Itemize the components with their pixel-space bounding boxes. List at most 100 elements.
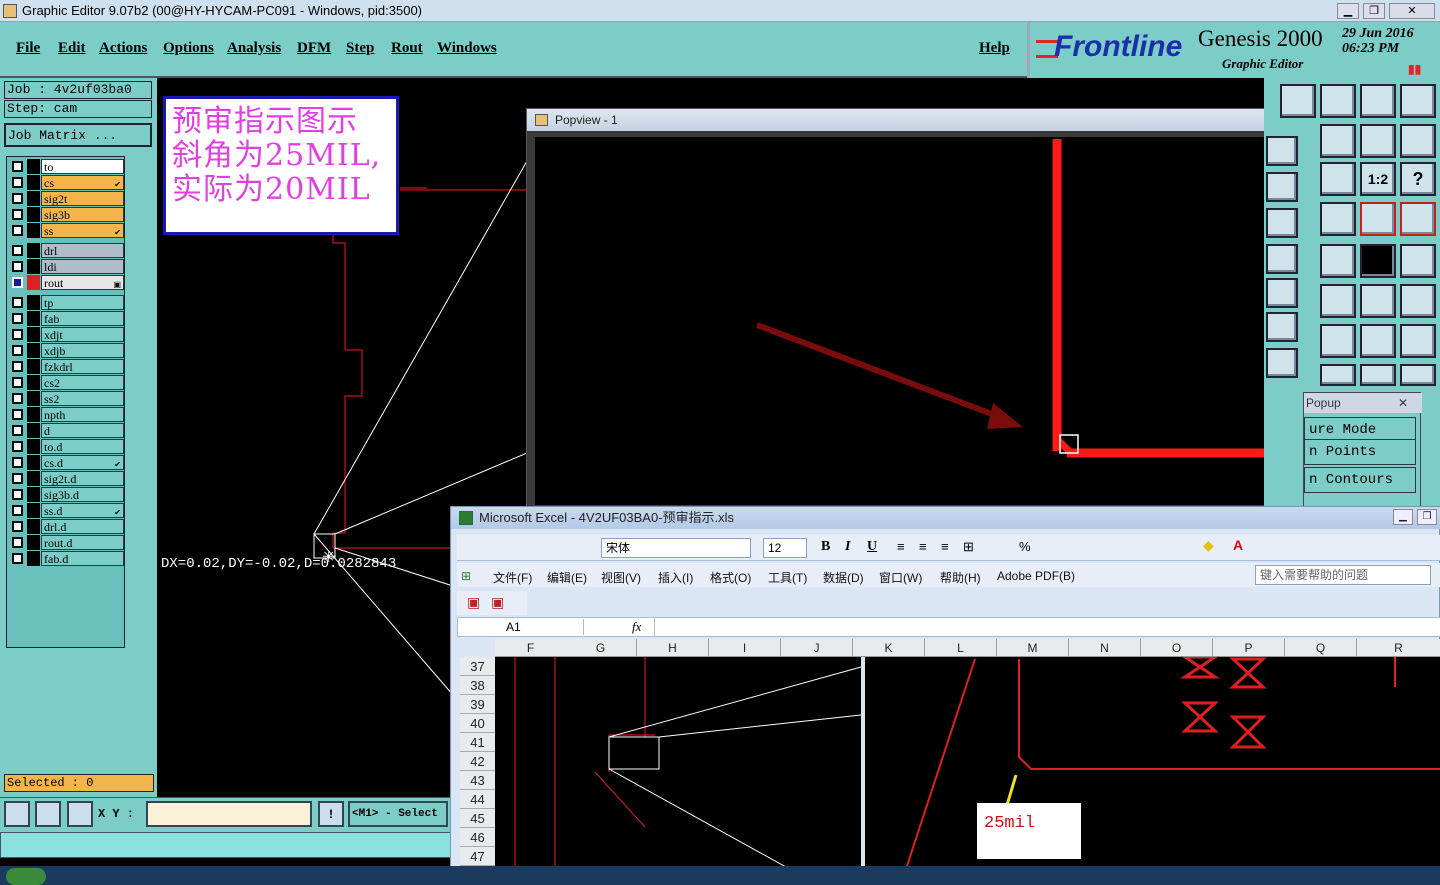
layer-checkbox[interactable] — [12, 193, 23, 204]
layer-checkbox[interactable] — [12, 537, 23, 548]
row-header[interactable]: 47 — [460, 847, 495, 866]
pdf-convert-icon[interactable]: ▣ — [467, 594, 480, 611]
layer-row-npth[interactable]: npth — [9, 407, 124, 422]
tool-connect2-icon[interactable] — [1400, 284, 1436, 318]
column-header[interactable]: F — [495, 639, 567, 657]
layer-checkbox[interactable] — [12, 277, 23, 288]
layer-row-fab-d[interactable]: fab.d — [9, 551, 124, 566]
bold-button[interactable]: B — [821, 539, 830, 555]
tool-scale-icon[interactable]: 1:2 — [1360, 162, 1396, 196]
layer-affect-toggle[interactable] — [27, 327, 40, 342]
tool-arc-icon[interactable] — [1360, 324, 1396, 358]
layer-affect-toggle[interactable] — [27, 455, 40, 470]
tool-connect-icon[interactable] — [1360, 284, 1396, 318]
row-header[interactable]: 45 — [460, 809, 495, 828]
layer-row-rout-d[interactable]: rout.d — [9, 535, 124, 550]
excel-menu-help[interactable]: 帮助(H) — [940, 569, 981, 586]
job-matrix-button[interactable]: Job Matrix ... — [4, 123, 152, 147]
layer-checkbox[interactable] — [12, 409, 23, 420]
layer-row-drl-d[interactable]: drl.d — [9, 519, 124, 534]
row-header[interactable]: 41 — [460, 733, 495, 752]
row-header[interactable]: 43 — [460, 771, 495, 790]
layer-checkbox[interactable] — [12, 209, 23, 220]
layer-row-sig3b-d[interactable]: sig3b.d — [9, 487, 124, 502]
popup-item-points[interactable]: n Points — [1304, 439, 1416, 465]
excel-menu-file[interactable]: 文件(F) — [493, 569, 532, 586]
layer-row-to-d[interactable]: to.d — [9, 439, 124, 454]
excel-menu-window[interactable]: 窗口(W) — [879, 569, 922, 586]
pv-zoom-in-icon[interactable] — [1266, 136, 1298, 166]
layer-row-cs[interactable]: cs ✔ — [9, 175, 124, 190]
layer-row-cs-d[interactable]: cs.d ✔ — [9, 455, 124, 470]
align-left-icon[interactable]: ≡ — [897, 539, 905, 554]
tool-line-icon[interactable] — [1320, 324, 1356, 358]
row-header[interactable]: 38 — [460, 676, 495, 695]
layer-checkbox[interactable] — [12, 553, 23, 564]
layer-affect-toggle[interactable] — [27, 391, 40, 406]
column-header[interactable]: O — [1141, 639, 1213, 657]
tool-pan-icon[interactable] — [1320, 162, 1356, 196]
layer-checkbox[interactable] — [12, 361, 23, 372]
excel-menu-format[interactable]: 格式(O) — [710, 569, 751, 586]
help-search-input[interactable]: 键入需要帮助的问题 — [1255, 565, 1431, 585]
row-header[interactable]: 37 — [460, 657, 495, 676]
minimize-button[interactable]: ▁ — [1337, 3, 1359, 19]
layer-checkbox[interactable] — [12, 521, 23, 532]
layer-affect-toggle[interactable] — [27, 223, 40, 238]
merge-icon[interactable]: ⊞ — [963, 539, 974, 555]
layer-affect-toggle[interactable] — [27, 159, 40, 174]
layer-row-tp[interactable]: tp — [9, 295, 124, 310]
grid-icon[interactable] — [67, 801, 93, 827]
row-header[interactable]: 42 — [460, 752, 495, 771]
layer-row-ss-d[interactable]: ss.d ✔ — [9, 503, 124, 518]
pv-right-icon[interactable] — [1266, 278, 1298, 308]
alert-icon[interactable]: ! — [318, 801, 344, 827]
layer-affect-toggle[interactable] — [27, 471, 40, 486]
tool-pad-icon[interactable] — [1400, 244, 1436, 278]
layer-affect-toggle[interactable] — [27, 535, 40, 550]
pdf-email-icon[interactable]: ▣ — [491, 594, 504, 611]
tool-ruler-icon[interactable] — [1360, 244, 1396, 278]
percent-icon[interactable]: % — [1019, 539, 1031, 554]
font-select[interactable]: 宋体 — [601, 538, 751, 558]
layer-affect-toggle[interactable] — [27, 295, 40, 310]
tool-netlist2-icon[interactable] — [1400, 202, 1436, 236]
formula-input[interactable] — [654, 618, 1440, 636]
menu-actions[interactable]: Actions — [99, 40, 147, 57]
layer-row-cs2[interactable]: cs2 — [9, 375, 124, 390]
layer-checkbox[interactable] — [12, 441, 23, 452]
menu-dfm[interactable]: DFM — [297, 40, 331, 57]
layer-row-drl[interactable]: drl — [9, 243, 124, 258]
excel-menu-data[interactable]: 数据(D) — [823, 569, 864, 586]
layer-affect-toggle[interactable] — [27, 503, 40, 518]
excel-menu-adobe-pdf[interactable]: Adobe PDF(B) — [997, 569, 1075, 583]
pv-left-icon[interactable] — [1266, 244, 1298, 274]
row-header[interactable]: 39 — [460, 695, 495, 714]
layer-checkbox[interactable] — [12, 161, 23, 172]
row-header[interactable]: 46 — [460, 828, 495, 847]
layer-affect-toggle[interactable] — [27, 243, 40, 258]
pv-up-icon[interactable] — [1266, 172, 1298, 202]
menu-windows[interactable]: Windows — [437, 40, 497, 57]
layer-affect-toggle[interactable] — [27, 423, 40, 438]
layer-row-rout[interactable]: rout ▣ — [9, 275, 124, 290]
layer-affect-toggle[interactable] — [27, 259, 40, 274]
layer-affect-toggle[interactable] — [27, 519, 40, 534]
tool-layer-down-icon[interactable] — [1320, 84, 1356, 118]
popup-item-contours[interactable]: n Contours — [1304, 467, 1416, 493]
layer-affect-toggle[interactable] — [27, 275, 40, 290]
layer-checkbox[interactable] — [12, 473, 23, 484]
excel-menu-tools[interactable]: 工具(T) — [768, 569, 807, 586]
menu-step[interactable]: Step — [346, 40, 374, 57]
layer-row-sig3b[interactable]: sig3b — [9, 207, 124, 222]
layer-checkbox[interactable] — [12, 457, 23, 468]
start-button[interactable] — [6, 868, 46, 885]
tool-window-icon[interactable] — [1400, 84, 1436, 118]
layer-affect-toggle[interactable] — [27, 487, 40, 502]
layer-checkbox[interactable] — [12, 377, 23, 388]
snap-icon[interactable] — [4, 801, 30, 827]
layer-checkbox[interactable] — [12, 245, 23, 256]
layer-row-fzkdrl[interactable]: fzkdrl — [9, 359, 124, 374]
tool-zoom-window-icon[interactable] — [1320, 124, 1356, 158]
restore-button[interactable]: ❐ — [1363, 3, 1385, 19]
